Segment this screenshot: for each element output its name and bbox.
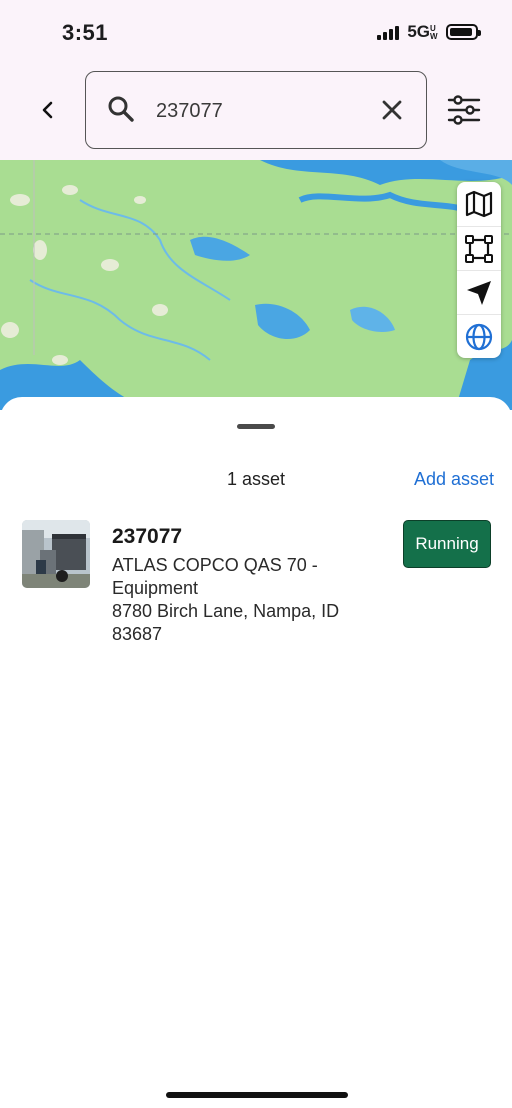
chevron-left-icon — [42, 101, 53, 119]
asset-thumbnail — [22, 520, 90, 588]
clear-search-button[interactable] — [378, 96, 406, 129]
my-location-button[interactable] — [457, 270, 501, 315]
back-button[interactable] — [32, 94, 64, 126]
locate-arrow-icon — [467, 281, 491, 305]
search-icon — [108, 96, 134, 122]
status-badge[interactable]: Running — [403, 520, 491, 568]
sliders-icon — [447, 95, 481, 125]
map-image — [0, 160, 512, 410]
globe-icon — [465, 323, 493, 351]
status-icons: 5GUW — [377, 22, 481, 42]
close-icon — [382, 100, 402, 120]
add-asset-link[interactable]: Add asset — [414, 469, 494, 490]
filter-button[interactable] — [444, 92, 484, 128]
map-icon — [465, 190, 493, 218]
map-view[interactable] — [0, 160, 512, 410]
map-tools — [457, 182, 501, 358]
search-input[interactable] — [156, 96, 356, 126]
globe-view-button[interactable] — [457, 314, 501, 359]
map-layers-button[interactable] — [457, 182, 501, 226]
top-app-bar: 3:51 5GUW — [0, 0, 512, 160]
network-label: 5GUW — [407, 22, 438, 41]
asset-address: 8780 Birch Lane, Nampa, ID 83687 — [112, 601, 340, 644]
asset-id: 237077 — [112, 525, 183, 548]
status-time: 3:51 — [62, 20, 109, 45]
search-box[interactable] — [85, 71, 427, 149]
battery-icon — [446, 24, 481, 40]
home-indicator — [166, 1092, 348, 1098]
sheet-drag-handle[interactable] — [237, 424, 275, 429]
asset-list-item[interactable]: 237077 ATLAS COPCO QAS 70 - Equipment 87… — [0, 517, 512, 657]
bottom-sheet: 1 asset Add asset 237077 ATLAS COPCO QAS… — [0, 397, 512, 1108]
asset-description: ATLAS COPCO QAS 70 - Equipment — [112, 555, 318, 598]
signal-icon — [377, 24, 400, 40]
area-select-button[interactable] — [457, 226, 501, 271]
area-select-icon — [465, 235, 493, 263]
